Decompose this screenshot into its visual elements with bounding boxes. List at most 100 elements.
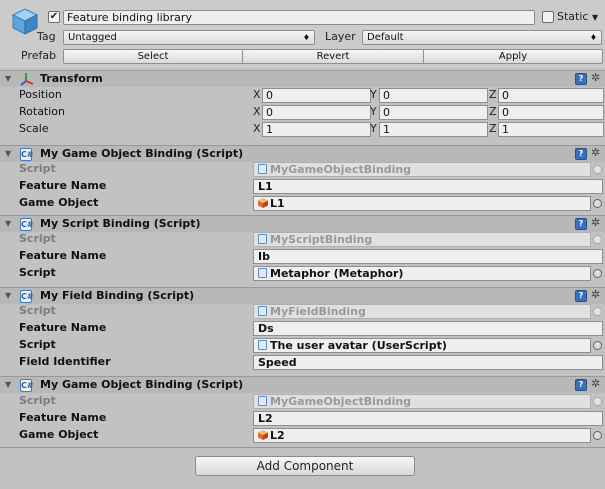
- feature-name-field[interactable]: Ds: [253, 321, 603, 336]
- layer-value: Default: [367, 32, 404, 43]
- script-reference-label: Script: [19, 338, 56, 351]
- layer-dropdown[interactable]: Default ♦: [362, 30, 602, 45]
- gear-icon[interactable]: ✲: [591, 216, 600, 229]
- inspector-header: ✔ Feature binding library Static ▼ Tag U…: [0, 0, 605, 68]
- script-value: MyFieldBinding: [270, 305, 366, 318]
- component-header-game-object-binding-2[interactable]: ▼ C# My Game Object Binding (Script) ? ✲: [0, 376, 605, 393]
- rotation-y-field[interactable]: 0: [379, 105, 488, 120]
- component-title: My Script Binding (Script): [40, 217, 201, 230]
- object-picker-icon: [593, 165, 602, 174]
- foldout-arrow-icon[interactable]: ▼: [5, 74, 11, 83]
- book-icon[interactable]: ?: [575, 73, 587, 85]
- axis-x-label: X: [253, 122, 261, 135]
- object-name-field[interactable]: Feature binding library: [63, 10, 535, 25]
- layer-label: Layer: [325, 30, 356, 43]
- tag-value: Untagged: [68, 32, 117, 43]
- component-header-field-binding[interactable]: ▼ C# My Field Binding (Script) ? ✲: [0, 287, 605, 304]
- script-icon: [258, 340, 267, 350]
- position-z-field[interactable]: 0: [498, 88, 604, 103]
- script-icon: C#: [20, 379, 34, 392]
- script-reference-field[interactable]: Metaphor (Metaphor): [253, 266, 591, 281]
- axis-y-label: Y: [370, 122, 377, 135]
- object-picker-icon: [593, 307, 602, 316]
- script-label: Script: [19, 162, 56, 175]
- book-icon[interactable]: ?: [575, 148, 587, 160]
- object-picker-icon[interactable]: [593, 341, 602, 350]
- axis-y-label: Y: [370, 88, 377, 101]
- script-value: MyGameObjectBinding: [270, 395, 412, 408]
- active-checkbox[interactable]: ✔: [48, 11, 60, 23]
- game-object-field[interactable]: L2: [253, 428, 591, 443]
- game-object-label: Game Object: [19, 196, 99, 209]
- axis-x-label: X: [253, 88, 261, 101]
- book-icon[interactable]: ?: [575, 290, 587, 302]
- script-icon: C#: [20, 290, 34, 303]
- component-title: My Game Object Binding (Script): [40, 147, 244, 160]
- foldout-arrow-icon[interactable]: ▼: [5, 380, 11, 389]
- foldout-arrow-icon[interactable]: ▼: [5, 219, 11, 228]
- feature-name-field[interactable]: Ib: [253, 249, 603, 264]
- gear-icon[interactable]: ✲: [591, 288, 600, 301]
- transform-title: Transform: [40, 72, 103, 85]
- component-header-script-binding[interactable]: ▼ C# My Script Binding (Script) ? ✲: [0, 215, 605, 232]
- feature-name-field[interactable]: L1: [253, 179, 603, 194]
- script-field: MyGameObjectBinding: [253, 162, 591, 177]
- game-object-label: Game Object: [19, 428, 99, 441]
- gear-icon[interactable]: ✲: [591, 146, 600, 159]
- rotation-label: Rotation: [19, 105, 66, 118]
- dropdown-arrow-icon: ♦: [589, 33, 597, 42]
- game-object-icon: [258, 198, 268, 208]
- script-icon: C#: [20, 148, 34, 161]
- game-object-field[interactable]: L1: [253, 196, 591, 211]
- object-picker-icon[interactable]: [593, 269, 602, 278]
- foldout-arrow-icon[interactable]: ▼: [5, 149, 11, 158]
- script-icon: [258, 234, 267, 244]
- script-icon: [258, 306, 267, 316]
- axis-z-label: Z: [489, 105, 497, 118]
- rotation-z-field[interactable]: 0: [498, 105, 604, 120]
- axis-z-label: Z: [489, 88, 497, 101]
- cube-icon: [11, 8, 39, 35]
- script-field: MyScriptBinding: [253, 232, 591, 247]
- object-picker-icon[interactable]: [593, 431, 602, 440]
- component-title: My Field Binding (Script): [40, 289, 195, 302]
- book-icon[interactable]: ?: [575, 218, 587, 230]
- scale-y-field[interactable]: 1: [379, 122, 488, 137]
- position-x-field[interactable]: 0: [262, 88, 371, 103]
- scale-z-field[interactable]: 1: [498, 122, 604, 137]
- scale-label: Scale: [19, 122, 49, 135]
- feature-name-label: Feature Name: [19, 179, 107, 192]
- book-icon[interactable]: ?: [575, 379, 587, 391]
- axis-x-label: X: [253, 105, 261, 118]
- chevron-down-icon: ▼: [591, 13, 599, 22]
- feature-name-field[interactable]: L2: [253, 411, 603, 426]
- gear-icon[interactable]: ✲: [591, 71, 600, 84]
- position-y-field[interactable]: 0: [379, 88, 488, 103]
- script-reference-value: Metaphor (Metaphor): [270, 267, 404, 280]
- field-identifier-field[interactable]: Speed: [253, 355, 603, 370]
- object-picker-icon: [593, 235, 602, 244]
- prefab-revert-button[interactable]: Revert: [242, 49, 424, 64]
- tag-dropdown[interactable]: Untagged ♦: [63, 30, 315, 45]
- game-object-value: L1: [270, 197, 285, 210]
- rotation-x-field[interactable]: 0: [262, 105, 371, 120]
- axis-z-label: Z: [489, 122, 497, 135]
- script-reference-field[interactable]: The user avatar (UserScript): [253, 338, 591, 353]
- static-checkbox[interactable]: [542, 11, 554, 23]
- component-header-game-object-binding-1[interactable]: ▼ C# My Game Object Binding (Script) ? ✲: [0, 145, 605, 162]
- scale-x-field[interactable]: 1: [262, 122, 371, 137]
- script-icon: [258, 396, 267, 406]
- object-picker-icon[interactable]: [593, 199, 602, 208]
- foldout-arrow-icon[interactable]: ▼: [5, 291, 11, 300]
- feature-name-label: Feature Name: [19, 249, 107, 262]
- transform-header[interactable]: ▼ Transform ? ✲: [0, 70, 605, 87]
- prefab-apply-button[interactable]: Apply: [423, 49, 603, 64]
- add-component-button[interactable]: Add Component: [195, 456, 415, 476]
- static-label[interactable]: Static ▼: [557, 10, 598, 25]
- dropdown-arrow-icon: ♦: [302, 33, 310, 42]
- feature-name-label: Feature Name: [19, 321, 107, 334]
- gear-icon[interactable]: ✲: [591, 377, 600, 390]
- prefab-select-button[interactable]: Select: [63, 49, 243, 64]
- static-text: Static: [557, 10, 589, 23]
- feature-name-label: Feature Name: [19, 411, 107, 424]
